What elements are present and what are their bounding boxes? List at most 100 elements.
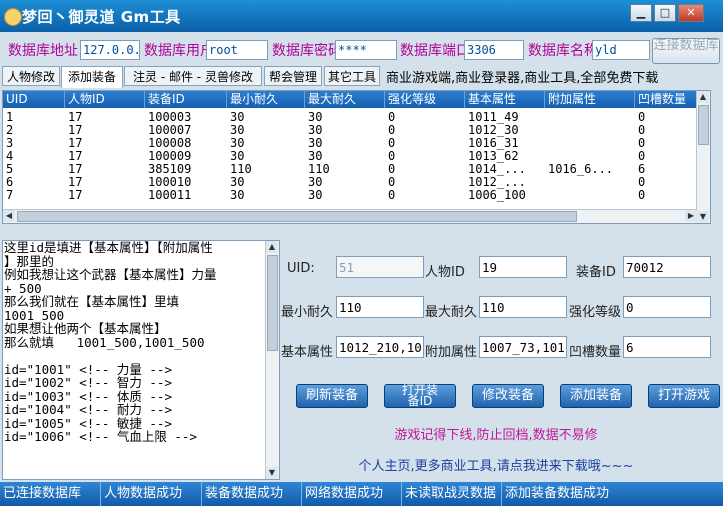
notes-scrollbar[interactable]: ▲ ▼ [265, 241, 279, 479]
homepage-link[interactable]: 个人主页,更多商业工具,请点我进来下载哦~~~ [286, 455, 706, 474]
table-cell: 110 [230, 163, 252, 176]
table-cell: 30 [308, 111, 323, 124]
column-header[interactable]: 附加属性 [545, 91, 635, 108]
max-durability-label: 最大耐久 [425, 305, 478, 320]
scroll-up-icon[interactable]: ▲ [697, 91, 709, 103]
table-vertical-scrollbar[interactable]: ▲ ▼ [696, 91, 710, 223]
table-cell: 17 [68, 111, 83, 124]
tab-guild-manage[interactable]: 帮会管理 [264, 66, 322, 86]
app-logo-icon [4, 8, 22, 26]
tab-spirit-mail-pet[interactable]: 注灵 - 邮件 - 灵兽修改 [124, 66, 262, 86]
notes-text: 这里id是填进【基本属性】【附加属性 】那里的 例如我想让这个武器【基本属性】力… [4, 240, 217, 444]
column-header[interactable]: 凹槽数量 [635, 91, 697, 108]
table-cell: 100011 [148, 189, 192, 202]
status-network-data: 网络数据成功 [302, 482, 402, 506]
table-cell: 1014_... [468, 163, 526, 176]
db-name-input[interactable]: yld [592, 40, 650, 60]
equipment-table[interactable]: UID 人物ID 装备ID 最小耐久 最大耐久 强化等级 基本属性 附加属性 凹槽数量 1 17 1… [2, 90, 711, 224]
table-cell: 0 [638, 124, 646, 137]
minimize-icon[interactable]: ▁ [630, 4, 652, 22]
uid-input[interactable]: 51 [336, 256, 424, 278]
db-host-input[interactable]: 127.0.0.1 [80, 40, 140, 60]
open-equipment-id-button[interactable]: 打开装备ID [384, 384, 456, 408]
table-cell [545, 111, 635, 124]
column-header[interactable]: 最小耐久 [227, 91, 305, 108]
status-equipment-data: 装备数据成功 [202, 482, 302, 506]
table-cell: 1 [6, 111, 14, 124]
column-header[interactable]: 强化等级 [385, 91, 465, 108]
scroll-down-icon[interactable]: ▼ [697, 211, 709, 223]
table-cell: 17 [68, 163, 83, 176]
table-cell: 30 [230, 176, 245, 189]
table-row[interactable]: 6 17 100010 30 30 0 1012_... 0 [3, 176, 710, 189]
table-cell: 30 [308, 176, 323, 189]
table-row[interactable]: 7 17 100011 30 30 0 1006_100 0 [3, 189, 710, 202]
notes-scroll-down-icon[interactable]: ▼ [266, 467, 278, 479]
table-cell: 30 [230, 137, 245, 150]
table-cell: 17 [68, 150, 83, 163]
table-cell [545, 189, 635, 202]
column-header[interactable]: 最大耐久 [305, 91, 385, 108]
maximize-icon[interactable]: □ [654, 4, 676, 22]
attribute-notes-textarea[interactable]: 这里id是填进【基本属性】【附加属性 】那里的 例如我想让这个武器【基本属性】力… [2, 240, 280, 480]
scroll-right-icon[interactable]: ▶ [685, 210, 697, 222]
tab-character-edit[interactable]: 人物修改 [2, 66, 60, 86]
character-id-input[interactable]: 19 [479, 256, 567, 278]
table-row[interactable]: 5 17 385109 110 110 0 1014_... 1016_6... 6 [3, 163, 710, 176]
status-add-equipment: 添加装备数据成功 [505, 486, 610, 501]
open-game-button[interactable]: 打开游戏 [648, 384, 720, 408]
add-attr-label: 附加属性 [425, 345, 478, 360]
column-header[interactable]: UID [3, 91, 65, 108]
tab-add-equipment[interactable]: 添加装备 [61, 66, 123, 88]
table-cell: 100007 [148, 124, 192, 137]
db-port-label: 数据库端口 [400, 43, 470, 59]
refresh-equipment-button[interactable]: 刷新装备 [296, 384, 368, 408]
db-password-input[interactable]: **** [335, 40, 397, 60]
table-header: UID 人物ID 装备ID 最小耐久 最大耐久 强化等级 基本属性 附加属性 凹槽数量 [3, 91, 710, 108]
enhance-level-input[interactable]: 0 [623, 296, 711, 318]
table-row[interactable]: 3 17 100008 30 30 0 1016_31 0 [3, 137, 710, 150]
table-cell [545, 176, 635, 189]
tab-other-tools[interactable]: 其它工具 [324, 66, 380, 86]
table-row[interactable]: 1 17 100003 30 30 0 1011_49 0 [3, 111, 710, 124]
table-cell: 1006_100 [468, 189, 526, 202]
hscroll-thumb[interactable] [17, 211, 577, 222]
table-cell: 0 [638, 176, 646, 189]
max-durability-input[interactable]: 110 [479, 296, 567, 318]
db-user-input[interactable]: root [206, 40, 268, 60]
db-port-input[interactable]: 3306 [464, 40, 524, 60]
equipment-id-input[interactable]: 70012 [623, 256, 711, 278]
table-cell: 6 [638, 163, 646, 176]
table-row[interactable]: 4 17 100009 30 30 0 1013_62 0 [3, 150, 710, 163]
db-user-label: 数据库用户 [144, 43, 214, 59]
table-horizontal-scrollbar[interactable]: ◀ ▶ [3, 209, 697, 223]
table-cell: 110 [308, 163, 330, 176]
column-header[interactable]: 装备ID [145, 91, 227, 108]
table-cell: 0 [388, 137, 396, 150]
connect-db-button[interactable]: 连接数据库 [652, 38, 720, 64]
base-attr-input[interactable]: 1012_210,1011_... [336, 336, 424, 358]
scroll-thumb[interactable] [698, 105, 709, 145]
table-cell: 0 [388, 163, 396, 176]
add-attr-input[interactable]: 1007_73,1011_... [479, 336, 567, 358]
add-equipment-button[interactable]: 添加装备 [560, 384, 632, 408]
table-cell: 0 [388, 189, 396, 202]
column-header[interactable]: 基本属性 [465, 91, 545, 108]
table-cell: 100010 [148, 176, 192, 189]
table-row[interactable]: 2 17 100007 30 30 0 1012_30 0 [3, 124, 710, 137]
column-header[interactable]: 人物ID [65, 91, 145, 108]
table-cell: 30 [230, 189, 245, 202]
min-durability-input[interactable]: 110 [336, 296, 424, 318]
close-icon[interactable]: ✕ [678, 4, 704, 22]
notes-scroll-up-icon[interactable]: ▲ [266, 241, 278, 253]
table-cell: 100008 [148, 137, 192, 150]
equipment-id-label: 装备ID [576, 265, 616, 280]
modify-equipment-button[interactable]: 修改装备 [472, 384, 544, 408]
table-cell: 0 [388, 111, 396, 124]
scroll-left-icon[interactable]: ◀ [3, 210, 15, 222]
table-cell: 30 [230, 124, 245, 137]
table-cell: 0 [388, 150, 396, 163]
notes-scroll-thumb[interactable] [267, 255, 278, 351]
slot-count-input[interactable]: 6 [623, 336, 711, 358]
table-cell: 17 [68, 137, 83, 150]
